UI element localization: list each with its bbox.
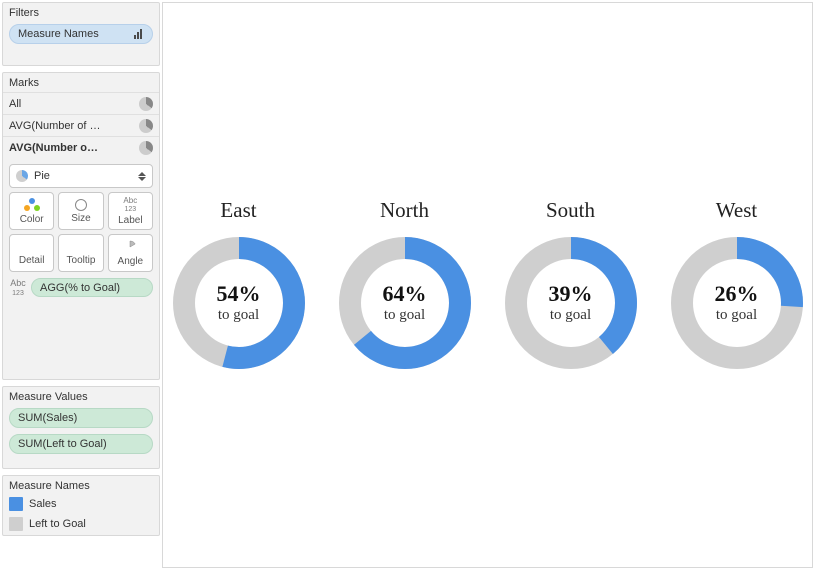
donut-west: West 26%to goal [664,198,810,373]
measure-values-panel: Measure Values SUM(Sales) SUM(Left to Go… [2,386,160,469]
legend-swatch [9,497,23,511]
filters-panel: Filters Measure Names [2,2,160,66]
sidebar: Filters Measure Names Marks All AVG(Numb… [0,0,162,566]
marks-row-avg-2[interactable]: AVG(Number o… [3,136,159,158]
marks-title: Marks [3,73,159,92]
mark-button-label: Color [20,214,44,225]
mark-button-angle[interactable]: Angle [108,234,153,272]
filter-pill-measure-names[interactable]: Measure Names [9,24,153,44]
pie-icon [139,97,153,111]
mark-button-label: Tooltip [67,255,96,266]
legend-swatch [9,517,23,531]
marks-panel: Marks All AVG(Number of … AVG(Number o… … [2,72,160,380]
donut-row: East54%to goalNorth64%to goalSouth39%to … [166,198,810,373]
mark-button-size[interactable]: Size [58,192,103,230]
measure-names-panel: Measure Names Sales Left to Goal [2,475,160,536]
donut-percent: 64% [383,281,427,307]
marks-shelf-pill[interactable]: AGG(% to Goal) [31,278,153,297]
filter-pill-label: Measure Names [18,28,99,40]
measure-values-title: Measure Values [3,387,159,406]
marks-row-label: All [9,98,21,110]
angle-icon [123,240,137,254]
filters-title: Filters [3,3,159,22]
updown-icon [138,172,146,181]
chart-canvas: East54%to goalNorth64%to goalSouth39%to … [162,2,813,568]
mark-button-tooltip[interactable]: Tooltip [58,234,103,272]
donut-center: 64%to goal [335,233,475,373]
mark-button-label: Angle [118,256,144,267]
marks-row-label: AVG(Number o… [9,142,98,154]
bars-icon [134,29,144,39]
marks-shelf-row: Abc123 AGG(% to Goal) [9,278,153,297]
donut-north: North 64%to goal [332,198,478,373]
donut-title: South [498,198,644,223]
mark-type-select[interactable]: Pie [9,164,153,188]
donut-chart: 54%to goal [169,233,309,373]
marks-buttons: Color Size Abc123 Label Detail Tooltip [3,192,159,276]
donut-percent: 26% [715,281,759,307]
donut-chart: 64%to goal [335,233,475,373]
color-icon [24,198,40,212]
donut-percent: 54% [217,281,261,307]
donut-title: West [664,198,810,223]
measure-value-pill-sum-left-to-goal[interactable]: SUM(Left to Goal) [9,434,153,454]
mark-button-label: Detail [19,255,45,266]
marks-shelf-pill-label: AGG(% to Goal) [40,282,120,294]
legend-item-sales[interactable]: Sales [3,495,159,515]
mark-button-detail[interactable]: Detail [9,234,54,272]
mark-button-label: Label [118,215,142,226]
measure-value-label: SUM(Left to Goal) [18,438,107,450]
label-icon: Abc123 [123,197,137,213]
donut-title: East [166,198,312,223]
donut-center: 26%to goal [667,233,807,373]
donut-chart: 26%to goal [667,233,807,373]
pie-icon [16,170,28,182]
size-icon [75,199,87,211]
marks-row-all[interactable]: All [3,92,159,114]
mark-button-label: Size [71,213,90,224]
measure-value-pill-sum-sales[interactable]: SUM(Sales) [9,408,153,428]
legend-label: Sales [29,498,57,510]
marks-row-label: AVG(Number of … [9,120,101,132]
donut-center: 39%to goal [501,233,641,373]
label-icon: Abc123 [9,279,27,297]
donut-subtitle: to goal [218,307,259,324]
donut-subtitle: to goal [384,307,425,324]
legend-item-left-to-goal[interactable]: Left to Goal [3,515,159,535]
donut-east: East 54%to goal [166,198,312,373]
donut-percent: 39% [549,281,593,307]
donut-subtitle: to goal [716,307,757,324]
mark-button-color[interactable]: Color [9,192,54,230]
pie-icon [139,119,153,133]
donut-subtitle: to goal [550,307,591,324]
pie-icon [139,141,153,155]
donut-chart: 39%to goal [501,233,641,373]
donut-title: North [332,198,478,223]
mark-type-label: Pie [34,170,138,182]
measure-names-title: Measure Names [3,476,159,495]
donut-center: 54%to goal [169,233,309,373]
measure-value-label: SUM(Sales) [18,412,77,424]
marks-row-avg-1[interactable]: AVG(Number of … [3,114,159,136]
legend-label: Left to Goal [29,518,86,530]
mark-button-label[interactable]: Abc123 Label [108,192,153,230]
donut-south: South 39%to goal [498,198,644,373]
